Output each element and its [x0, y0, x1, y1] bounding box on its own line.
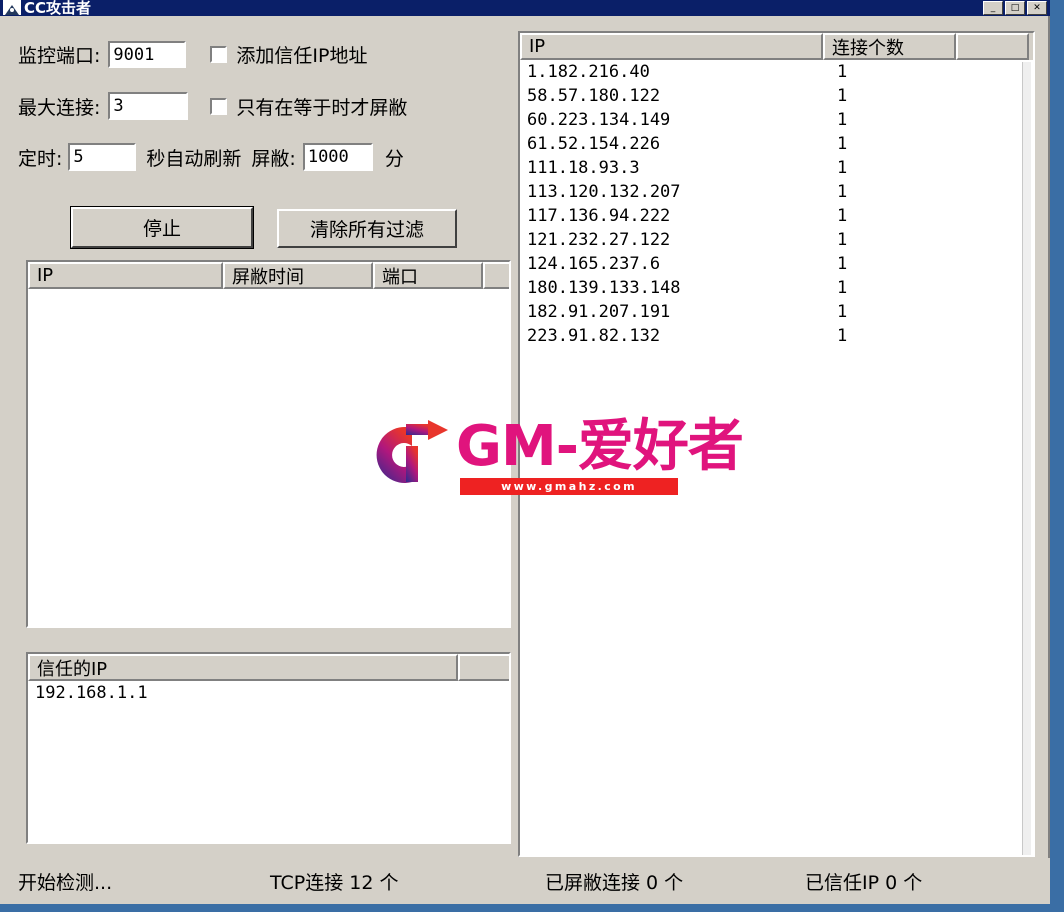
- equal-only-block-label: 只有在等于时才屏敝: [236, 96, 408, 119]
- status-detect: 开始检测...: [18, 872, 113, 894]
- block-time-unit-label: 分: [384, 147, 404, 170]
- table-cell: 61.52.154.226: [527, 134, 661, 154]
- column-header-conn-count[interactable]: 连接个数: [823, 33, 956, 60]
- table-row[interactable]: 124.165.237.6 1: [520, 252, 1033, 276]
- window-title: CC攻击者: [24, 0, 92, 16]
- blocked-list[interactable]: IP 屏敝时间 端口: [26, 260, 511, 628]
- trusted-list[interactable]: 信任的IP 192.168.1.1: [26, 652, 511, 844]
- max-conn-input[interactable]: 3: [108, 92, 189, 120]
- trusted-list-body[interactable]: 192.168.1.1: [28, 681, 509, 705]
- table-cell: 1: [837, 302, 848, 322]
- column-header-ip[interactable]: IP: [520, 33, 823, 60]
- table-cell: 121.232.27.122: [527, 230, 671, 250]
- trusted-list-header: 信任的IP: [28, 654, 509, 681]
- column-header-port[interactable]: 端口: [373, 262, 483, 289]
- table-cell: 1: [837, 110, 848, 130]
- application-window: CC攻击者 _ □ ✕ 监控端口: 9001 添加信任IP地址 最大连接: 3 …: [0, 0, 1050, 904]
- add-trusted-ip-label: 添加信任IP地址: [236, 45, 368, 67]
- column-header-block-time[interactable]: 屏敝时间: [223, 262, 373, 289]
- port-label: 监控端口:: [18, 45, 101, 67]
- port-row: 监控端口: 9001 添加信任IP地址: [18, 41, 367, 68]
- table-row[interactable]: 58.57.180.122 1: [520, 84, 1033, 108]
- table-cell: 182.91.207.191: [527, 302, 671, 322]
- table-row[interactable]: 192.168.1.1: [28, 681, 509, 705]
- connections-list-header: IP 连接个数: [520, 33, 1033, 60]
- column-header-blank[interactable]: [458, 654, 509, 681]
- stop-button[interactable]: 停止: [70, 206, 254, 249]
- block-time-input[interactable]: 1000: [302, 143, 373, 171]
- table-row[interactable]: 182.91.207.191 1: [520, 300, 1033, 324]
- port-input[interactable]: 9001: [108, 41, 187, 68]
- table-row[interactable]: 121.232.27.122 1: [520, 228, 1033, 252]
- table-row[interactable]: 1.182.216.40 1: [520, 60, 1033, 84]
- table-cell: 1: [837, 230, 848, 250]
- table-cell: 117.136.94.222: [527, 206, 671, 226]
- close-button[interactable]: ✕: [1027, 1, 1047, 15]
- column-header-ip[interactable]: IP: [28, 262, 223, 289]
- timer-row: 定时: 5 秒自动刷新 屏敝: 1000 分: [18, 143, 404, 171]
- connections-list-scrollbar[interactable]: [1022, 62, 1031, 855]
- table-cell: 1: [837, 158, 848, 178]
- table-cell: 1: [837, 254, 848, 274]
- max-conn-label: 最大连接:: [18, 96, 101, 119]
- blocked-list-header: IP 屏敝时间 端口: [28, 262, 509, 289]
- status-tcp-connections: TCP连接 12 个: [270, 872, 399, 894]
- table-row[interactable]: 111.18.93.3 1: [520, 156, 1033, 180]
- table-cell: 1: [837, 86, 848, 106]
- table-cell: 1.182.216.40: [527, 62, 650, 82]
- minimize-button[interactable]: _: [983, 1, 1003, 15]
- table-cell: 1: [837, 62, 848, 82]
- max-conn-row: 最大连接: 3 只有在等于时才屏敝: [18, 92, 407, 120]
- table-cell: 223.91.82.132: [527, 326, 661, 346]
- table-cell: 1: [837, 134, 848, 154]
- timer-label: 定时:: [18, 147, 63, 170]
- table-cell: 1: [837, 206, 848, 226]
- add-trusted-ip-checkbox[interactable]: [210, 46, 228, 63]
- column-header-trusted-ip[interactable]: 信任的IP: [28, 654, 458, 681]
- timer-suffix-label: 秒自动刷新: [146, 147, 242, 170]
- trusted-checkbox-wrap[interactable]: 添加信任IP地址: [210, 41, 367, 68]
- table-row[interactable]: 223.91.82.132 1: [520, 324, 1033, 348]
- table-cell: 1: [837, 278, 848, 298]
- table-cell: 1: [837, 182, 848, 202]
- table-cell: 111.18.93.3: [527, 158, 640, 178]
- equal-only-checkbox-wrap[interactable]: 只有在等于时才屏敝: [210, 93, 407, 120]
- column-header-blank[interactable]: [956, 33, 1029, 60]
- table-row[interactable]: 61.52.154.226 1: [520, 132, 1033, 156]
- timer-input[interactable]: 5: [68, 143, 137, 171]
- table-row[interactable]: 60.223.134.149 1: [520, 108, 1033, 132]
- status-blocked-connections: 已屏敝连接 0 个: [545, 872, 684, 894]
- block-time-label: 屏敝:: [251, 147, 296, 170]
- table-cell: 180.139.133.148: [527, 278, 681, 298]
- shield-icon: [3, 0, 21, 15]
- table-row[interactable]: 113.120.132.207 1: [520, 180, 1033, 204]
- connections-list[interactable]: IP 连接个数 1.182.216.40 1 58.57.180.122 1 60.22…: [518, 31, 1035, 857]
- window-buttons: _ □ ✕: [983, 1, 1047, 15]
- maximize-button[interactable]: □: [1005, 1, 1025, 15]
- status-bar: 开始检测... TCP连接 12 个 已屏敝连接 0 个 已信任IP 0 个: [0, 858, 1050, 904]
- table-cell: 113.120.132.207: [527, 182, 681, 202]
- blocked-list-body[interactable]: [28, 289, 509, 626]
- table-cell: 124.165.237.6: [527, 254, 661, 274]
- connections-list-body[interactable]: 1.182.216.40 1 58.57.180.122 1 60.223.134.14…: [520, 60, 1033, 348]
- clear-all-filters-button[interactable]: 清除所有过滤: [277, 209, 457, 248]
- table-row[interactable]: 117.136.94.222 1: [520, 204, 1033, 228]
- equal-only-block-checkbox[interactable]: [210, 97, 228, 115]
- title-bar[interactable]: CC攻击者 _ □ ✕: [0, 0, 1050, 16]
- table-cell: 1: [837, 326, 848, 346]
- table-cell: 60.223.134.149: [527, 110, 671, 130]
- table-row[interactable]: 180.139.133.148 1: [520, 276, 1033, 300]
- status-trusted-ips: 已信任IP 0 个: [805, 872, 923, 894]
- table-cell: 58.57.180.122: [527, 86, 661, 106]
- column-header-blank[interactable]: [483, 262, 509, 289]
- table-cell: 192.168.1.1: [35, 683, 148, 703]
- settings-panel: 监控端口: 9001 添加信任IP地址 最大连接: 3 只有在等于时才屏敝 定时…: [0, 16, 516, 249]
